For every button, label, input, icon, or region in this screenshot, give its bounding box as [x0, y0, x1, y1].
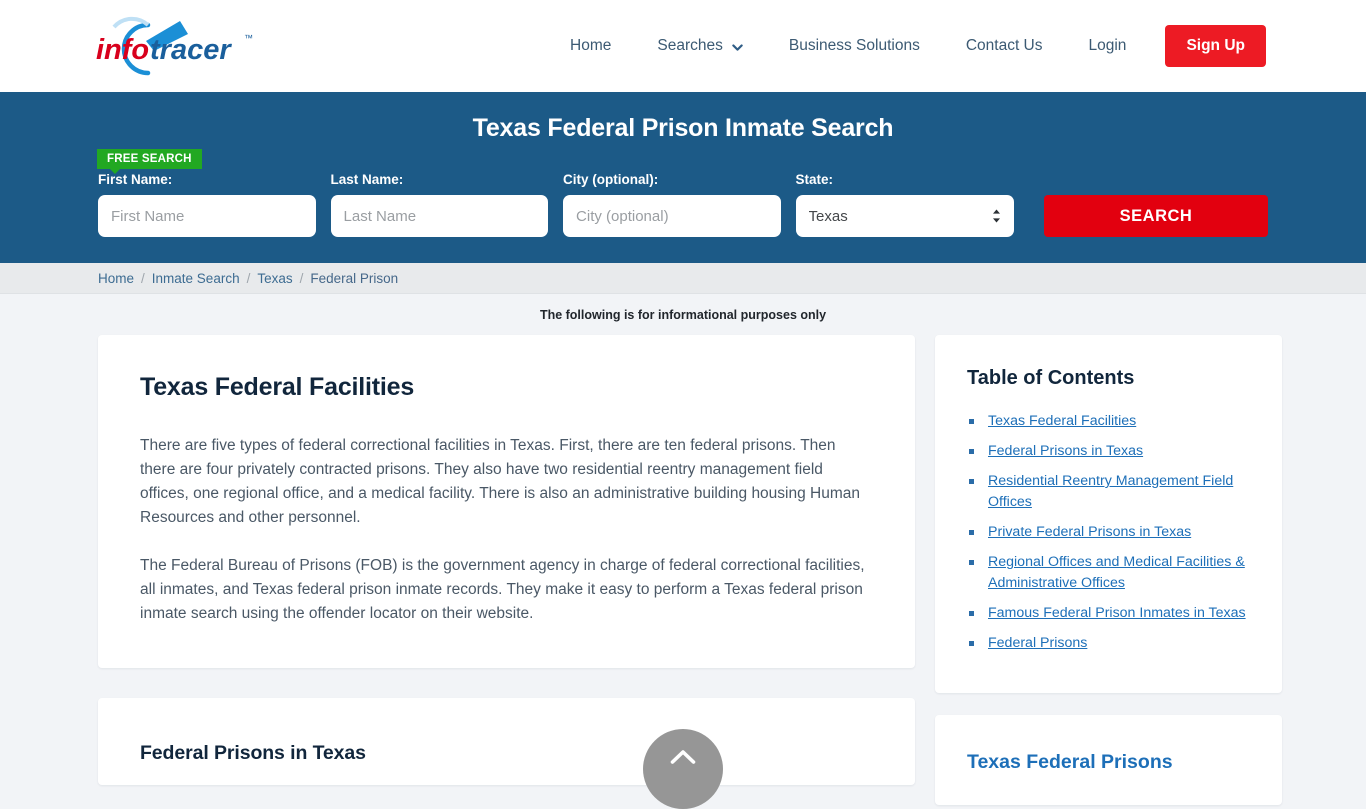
last-name-label: Last Name:	[330, 172, 404, 187]
toc-link-texas-federal-facilities[interactable]: Texas Federal Facilities	[988, 411, 1136, 432]
site-header: info tracer ™ Home Searches Business Sol…	[0, 0, 1366, 92]
bullet-icon	[969, 419, 974, 424]
section-heading-texas-federal-facilities: Texas Federal Facilities	[140, 373, 415, 401]
toc-link-private-federal-prisons-in-texas[interactable]: Private Federal Prisons in Texas	[988, 522, 1191, 543]
nav-item-searches[interactable]: Searches	[634, 27, 765, 65]
nav-item-business-solutions[interactable]: Business Solutions	[766, 27, 943, 65]
nav-label: Home	[570, 37, 612, 54]
toc-link-residential-reentry-management-field-offices[interactable]: Residential Reentry Management Field Off…	[988, 471, 1252, 513]
sidebar-card-title: Texas Federal Prisons	[967, 751, 1173, 773]
breadcrumb-item-federal-prison[interactable]: Federal Prison	[310, 271, 398, 286]
bullet-icon	[969, 479, 974, 484]
nav-item-home[interactable]: Home	[547, 27, 634, 65]
table-of-contents-title: Table of Contents	[967, 367, 1135, 389]
list-item: Texas Federal Facilities	[967, 411, 1252, 432]
first-name-label: First Name:	[98, 172, 173, 187]
chevron-up-icon	[670, 749, 696, 765]
field-last-name: Last Name:	[330, 172, 549, 237]
card-table-of-contents: Table of Contents Texas Federal Faciliti…	[935, 335, 1282, 693]
list-item: Regional Offices and Medical Facilities …	[967, 552, 1252, 594]
card-texas-federal-facilities: Texas Federal Facilities There are five …	[98, 335, 915, 668]
city-label: City (optional):	[563, 172, 659, 187]
nav-item-contact-us[interactable]: Contact Us	[943, 27, 1066, 65]
bullet-icon	[969, 641, 974, 646]
scroll-to-top-button[interactable]	[643, 729, 723, 809]
list-item: Private Federal Prisons in Texas	[967, 522, 1252, 543]
toc-link-federal-prisons-in-texas[interactable]: Federal Prisons in Texas	[988, 441, 1143, 462]
infotracer-logo[interactable]: info tracer ™	[96, 15, 266, 77]
state-label: State:	[795, 172, 834, 187]
breadcrumb-item-home[interactable]: Home	[98, 271, 134, 286]
free-search-badge: FREE SEARCH	[97, 149, 202, 174]
nav-label: Searches	[657, 37, 723, 54]
search-button[interactable]: SEARCH	[1044, 195, 1269, 237]
page-title: Texas Federal Prison Inmate Search	[472, 114, 894, 142]
sidebar-column: Table of Contents Texas Federal Faciliti…	[935, 335, 1282, 805]
breadcrumb-separator: /	[246, 270, 251, 286]
nav-label: Business Solutions	[788, 37, 920, 54]
svg-text:tracer: tracer	[150, 34, 232, 66]
search-banner: Texas Federal Prison Inmate Search FREE …	[0, 92, 1366, 263]
first-name-input[interactable]	[98, 195, 316, 237]
inmate-search-form: First Name: Last Name: City (optional): …	[0, 172, 1366, 237]
main-column: Texas Federal Facilities There are five …	[98, 335, 915, 785]
bullet-icon	[969, 611, 974, 616]
toc-link-famous-federal-prison-inmates-in-texas[interactable]: Famous Federal Prison Inmates in Texas	[988, 603, 1246, 624]
svg-text:info: info	[96, 34, 149, 66]
breadcrumb: Home / Inmate Search / Texas / Federal P…	[0, 263, 1366, 294]
bullet-icon	[969, 560, 974, 565]
sign-up-button[interactable]: Sign Up	[1165, 25, 1266, 67]
field-state: State: Texas	[795, 172, 1015, 237]
last-name-input[interactable]	[330, 195, 549, 237]
state-select-wrap: Texas	[795, 195, 1015, 237]
section-heading-federal-prisons-in-texas: Federal Prisons in Texas	[140, 742, 366, 764]
chevron-down-icon	[732, 42, 743, 53]
state-select[interactable]: Texas	[795, 195, 1015, 237]
paragraph-federal-bureau-of-prisons: The Federal Bureau of Prisons (FOB) is t…	[140, 557, 865, 622]
nav-label: Contact Us	[965, 37, 1043, 54]
informational-notice: The following is for informational purpo…	[539, 308, 827, 322]
list-item: Residential Reentry Management Field Off…	[967, 471, 1252, 513]
list-item: Federal Prisons	[967, 633, 1252, 654]
bullet-icon	[969, 530, 974, 535]
nav-label: Login	[1088, 37, 1127, 54]
card-federal-prisons-in-texas: Federal Prisons in Texas	[98, 698, 915, 785]
svg-text:™: ™	[244, 33, 253, 43]
field-first-name: First Name:	[98, 172, 316, 237]
toc-link-regional-offices-and-medical-facilities[interactable]: Regional Offices and Medical Facilities …	[988, 552, 1252, 594]
breadcrumb-item-texas[interactable]: Texas	[257, 271, 292, 286]
list-item: Famous Federal Prison Inmates in Texas	[967, 603, 1252, 624]
list-item: Federal Prisons in Texas	[967, 441, 1252, 462]
nav-item-login[interactable]: Login	[1066, 27, 1150, 65]
table-of-contents-list: Texas Federal Facilities Federal Prisons…	[967, 411, 1252, 654]
free-search-badge-wrap: FREE SEARCH	[0, 149, 1366, 174]
city-input[interactable]	[563, 195, 781, 237]
card-texas-federal-prisons: Texas Federal Prisons	[935, 715, 1282, 805]
paragraph-facilities-types: There are five types of federal correcti…	[140, 437, 861, 526]
bullet-icon	[969, 449, 974, 454]
field-city: City (optional):	[563, 172, 781, 237]
main-navigation: Home Searches Business Solutions Contact…	[547, 25, 1266, 67]
breadcrumb-separator: /	[141, 270, 145, 286]
breadcrumb-separator: /	[299, 270, 304, 286]
toc-link-federal-prisons[interactable]: Federal Prisons	[988, 633, 1087, 654]
breadcrumb-item-inmate-search[interactable]: Inmate Search	[152, 271, 240, 286]
